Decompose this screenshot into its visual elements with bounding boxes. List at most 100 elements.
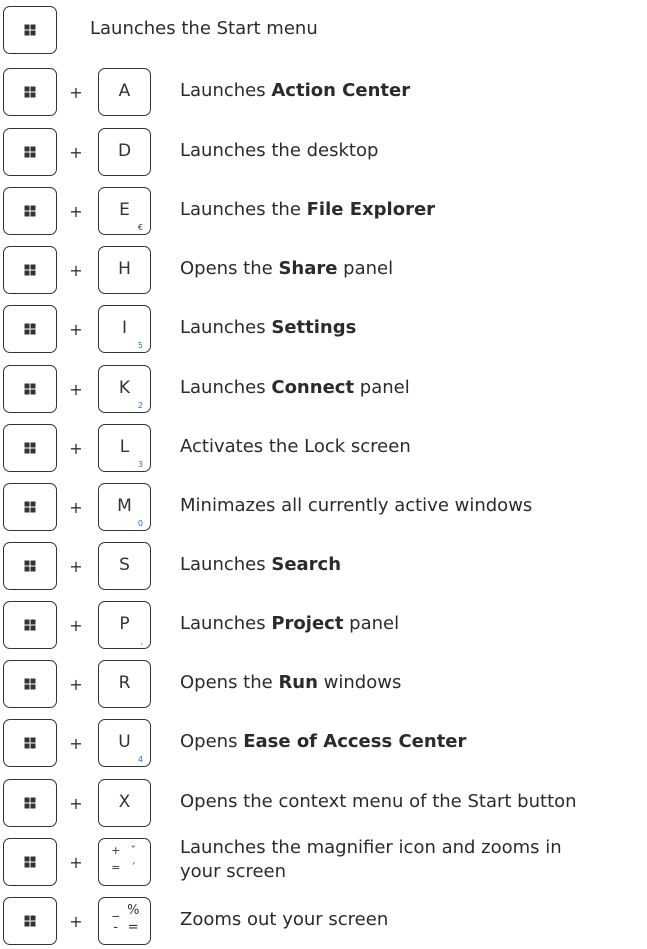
description-text: Activates the Lock screen xyxy=(180,436,411,457)
key-sub-label: 2 xyxy=(137,401,143,410)
description-text: Launches xyxy=(180,80,272,101)
letter-key: X xyxy=(98,779,151,827)
shortcut-row: + I 5 Launches Settings xyxy=(0,305,647,353)
windows-key xyxy=(3,542,57,590)
windows-logo-icon xyxy=(24,323,36,335)
windows-logo-icon xyxy=(24,678,36,690)
windows-key xyxy=(3,897,57,945)
key-letter: M xyxy=(117,496,132,516)
plus-sign: + xyxy=(69,853,83,872)
windows-logo-icon xyxy=(24,619,36,631)
letter-key: I5 xyxy=(98,305,151,353)
key-sub-label: 4 xyxy=(137,755,143,764)
windows-logo-icon xyxy=(24,205,36,217)
shortcut-row: Launches the Start menu xyxy=(0,6,647,54)
plus-sign: + xyxy=(69,143,83,162)
shortcut-row: + X Opens the context menu of the Start bu… xyxy=(0,779,647,827)
description-text: Launches xyxy=(180,613,272,634)
letter-key: H xyxy=(98,246,151,294)
plus-sign: + xyxy=(69,83,83,102)
letter-key: L3 xyxy=(98,424,151,472)
plus-sign: + xyxy=(69,320,83,339)
letter-key: A xyxy=(98,68,151,116)
shortcut-description: Launches the magnifier icon and zooms in… xyxy=(180,836,562,884)
description-line2: your screen xyxy=(180,861,287,882)
plus-sign: + xyxy=(69,498,83,517)
description-text: Opens the xyxy=(180,258,279,279)
windows-key xyxy=(3,365,57,413)
key-sub-label: 5 xyxy=(137,341,143,350)
shortcut-description: Opens the context menu of the Start butt… xyxy=(180,791,577,812)
shortcut-description: Launches Action Center xyxy=(180,80,410,101)
key-letter: R xyxy=(118,673,131,693)
description-bold: Connect xyxy=(271,377,355,398)
key-symbol: _ xyxy=(112,903,120,918)
shortcut-row: + H Opens the Share panel xyxy=(0,246,647,294)
key-letter: X xyxy=(118,792,131,812)
windows-key xyxy=(3,779,57,827)
plus-sign: + xyxy=(69,794,83,813)
letter-key: R xyxy=(98,660,151,708)
plus-sign: + xyxy=(69,912,83,931)
windows-logo-icon xyxy=(24,856,36,868)
shortcut-description: Minimazes all currently active windows xyxy=(180,495,532,516)
description-text-end: panel xyxy=(343,613,400,634)
shortcut-description: Launches Connect panel xyxy=(180,377,410,398)
description-text: Launches xyxy=(180,554,272,575)
key-symbol: = xyxy=(111,861,121,874)
letter-key: K2 xyxy=(98,365,151,413)
description-text: Opens the context menu of the Start butt… xyxy=(180,791,577,812)
windows-logo-icon xyxy=(24,146,36,158)
key-letter: S xyxy=(119,555,130,575)
plus-sign: + xyxy=(69,675,83,694)
key-symbol: + xyxy=(111,844,121,857)
windows-logo-icon xyxy=(24,501,36,513)
key-letter: D xyxy=(117,141,132,161)
plus-sign: + xyxy=(69,616,83,635)
windows-logo-icon xyxy=(24,264,36,276)
letter-key: U4 xyxy=(98,719,151,767)
shortcut-description: Opens the Share panel xyxy=(180,258,393,279)
description-text: Zooms out your screen xyxy=(180,909,389,930)
windows-key xyxy=(3,187,57,235)
key-letter: E xyxy=(119,200,130,220)
key-sub-label: 0 xyxy=(137,519,143,528)
plus-sign: + xyxy=(69,557,83,576)
key-symbol: ˇ xyxy=(130,844,137,857)
shortcut-description: Launches Settings xyxy=(180,317,356,338)
key-sub-label: € xyxy=(137,223,143,232)
letter-key: E € xyxy=(98,187,151,235)
windows-logo-icon xyxy=(24,560,36,572)
shortcut-row: + E € Launches the File Explorer xyxy=(0,187,647,235)
windows-key xyxy=(3,483,57,531)
shortcut-row: + M 0 Minimazes all currently active window… xyxy=(0,483,647,531)
key-letter: P xyxy=(119,614,130,634)
windows-logo-icon xyxy=(24,24,36,36)
symbol-key-legend: + ˇ = ´ xyxy=(107,845,142,879)
shortcut-row: + _% - = Zooms out your screen xyxy=(0,897,647,945)
windows-logo-icon xyxy=(24,737,36,749)
windows-key xyxy=(3,424,57,472)
description-text-end: panel xyxy=(337,258,394,279)
letter-key: D xyxy=(98,128,151,176)
shortcut-row: + L 3 Activates the Lock screen xyxy=(0,424,647,472)
windows-logo-icon xyxy=(24,915,36,927)
shortcut-description: Launches Project panel xyxy=(180,613,399,634)
key-letter: A xyxy=(118,81,131,101)
windows-key xyxy=(3,246,57,294)
letter-key: + ˇ = ´ xyxy=(98,838,151,886)
description-text: Launches the xyxy=(180,199,307,220)
description-text: Launches the desktop xyxy=(180,140,379,161)
letter-key: M0 xyxy=(98,483,151,531)
description-bold: Settings xyxy=(271,317,357,338)
key-symbol: = xyxy=(127,920,139,935)
shortcut-row: + U 4 Opens Ease of Access Center xyxy=(0,719,647,767)
shortcut-row: + K 2 Launches Connect panel xyxy=(0,365,647,413)
key-letter: K xyxy=(118,378,131,398)
windows-key xyxy=(3,601,57,649)
letter-key: P, xyxy=(98,601,151,649)
shortcut-row: + A Launches Action Center xyxy=(0,68,647,116)
description-text: Opens xyxy=(180,731,244,752)
shortcut-row: + P, Launches Project panel xyxy=(0,601,647,649)
shortcut-description: Activates the Lock screen xyxy=(180,436,411,457)
